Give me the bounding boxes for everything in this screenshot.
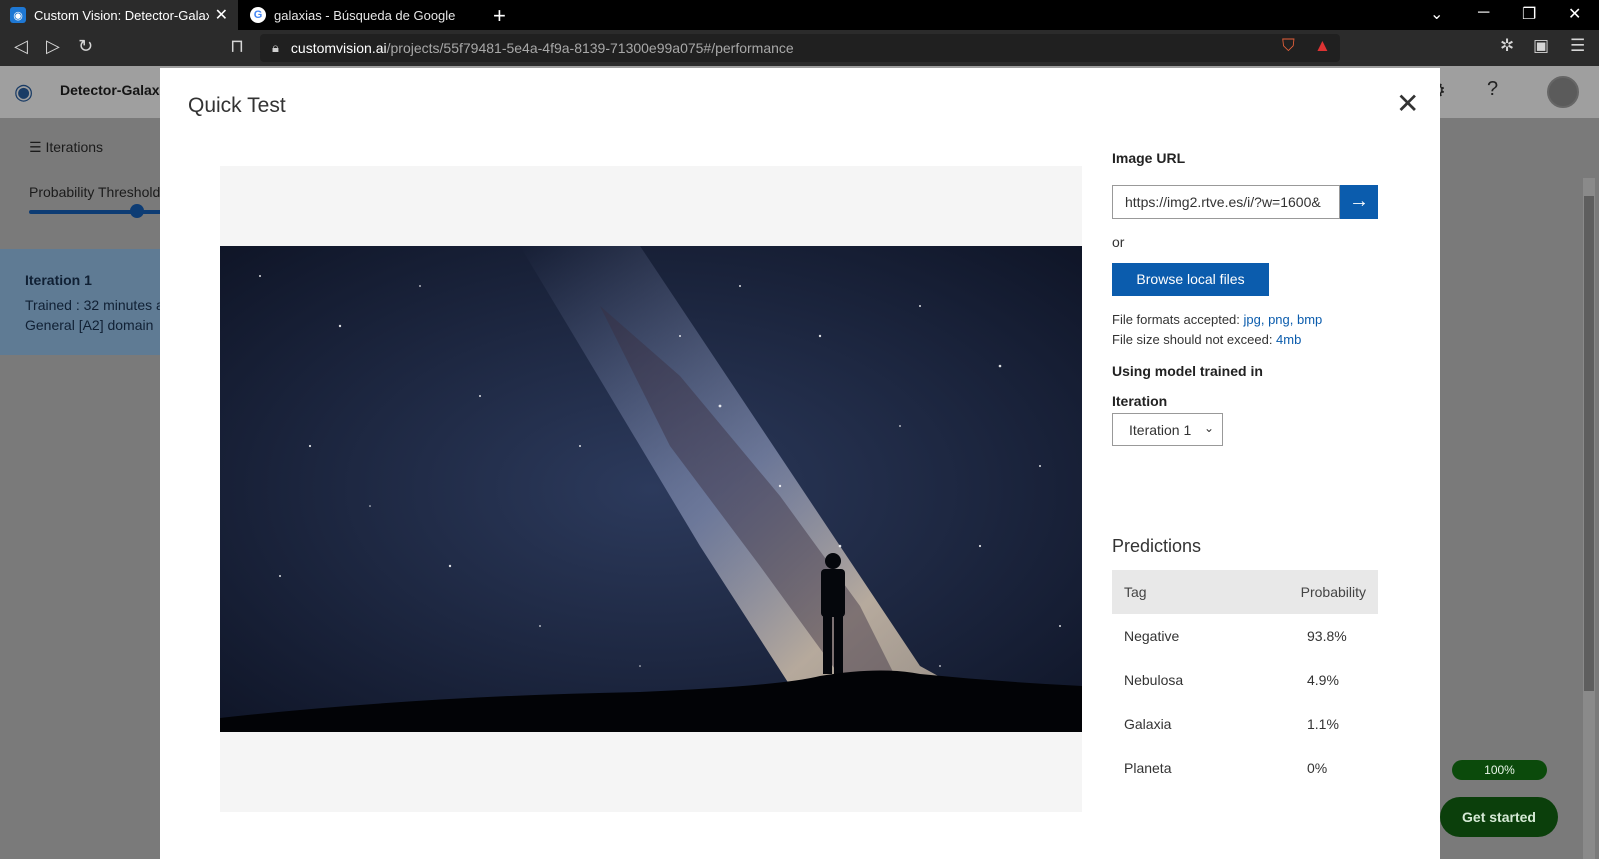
page-scrollbar-thumb[interactable] xyxy=(1584,196,1594,691)
wallet-icon[interactable]: ▣ xyxy=(1533,36,1549,56)
iteration-card[interactable]: Iteration 1 Trained : 32 minutes ago Gen… xyxy=(0,249,179,355)
iteration-select[interactable]: Iteration 1 ⌄ xyxy=(1112,413,1223,446)
get-started-button[interactable]: Get started xyxy=(1440,797,1558,837)
bookmark-icon[interactable]: ⊓ xyxy=(230,36,244,57)
probability-threshold-slider-handle[interactable] xyxy=(130,204,144,218)
close-window-icon[interactable]: ✕ xyxy=(1568,4,1581,24)
url-path: /projects/55f79481-5e4a-4f9a-8139-71300e… xyxy=(386,40,794,56)
file-size-value: 4mb xyxy=(1276,332,1302,347)
submit-url-button[interactable]: → xyxy=(1340,185,1378,219)
file-size-text: File size should not exceed: 4mb xyxy=(1112,332,1301,347)
layers-icon: ☰ xyxy=(29,139,42,155)
iteration-card-name: Iteration 1 xyxy=(25,272,92,288)
iteration-card-domain: General [A2] domain xyxy=(25,317,154,333)
file-size-prefix: File size should not exceed: xyxy=(1112,332,1277,347)
sidebar-iterations[interactable]: ☰ Iterations xyxy=(29,139,103,156)
url-domain: customvision.ai xyxy=(290,40,387,56)
using-model-label: Using model trained in xyxy=(1112,363,1263,379)
iterations-label: Iterations xyxy=(45,139,104,155)
quick-test-modal: Quick Test ✕ Image URL https://img2.rtve… xyxy=(160,68,1440,859)
restore-icon[interactable]: ❐ xyxy=(1522,4,1536,24)
image-url-label: Image URL xyxy=(1112,150,1186,166)
table-row: Nebulosa 4.9% xyxy=(1112,658,1378,702)
prediction-probability: 1.1% xyxy=(1307,716,1339,732)
address-bar-row: ◁ ▷ ↻ ⊓ 🔒︎ customvision.ai/projects/55f7… xyxy=(0,30,1599,66)
eye-logo-icon[interactable]: ◉ xyxy=(14,79,33,105)
google-icon: G xyxy=(250,7,266,23)
custom-vision-icon: ◉ xyxy=(10,7,26,23)
modal-title: Quick Test xyxy=(188,94,286,117)
iteration-card-trained: Trained : 32 minutes ago xyxy=(25,297,180,313)
onboarding-progress-badge: 100% xyxy=(1452,760,1547,780)
tab-custom-vision[interactable]: ◉ Custom Vision: Detector-Galaxias ✕ xyxy=(0,0,238,30)
or-label: or xyxy=(1112,234,1125,250)
new-tab-icon[interactable]: + xyxy=(493,3,506,29)
prediction-probability: 4.9% xyxy=(1307,672,1339,688)
extensions-icon[interactable]: ✲ xyxy=(1500,36,1514,56)
tab-title: galaxias - Búsqueda de Google xyxy=(274,7,456,23)
lock-icon: 🔒︎ xyxy=(272,40,279,55)
menu-icon[interactable]: ☰ xyxy=(1570,36,1585,56)
reload-icon[interactable]: ↻ xyxy=(78,36,93,57)
predictions-header: Tag Probability xyxy=(1112,570,1378,614)
iteration-label: Iteration xyxy=(1112,393,1168,409)
brave-rewards-icon[interactable]: ▲ xyxy=(1314,36,1331,56)
help-icon[interactable]: ? xyxy=(1487,78,1498,101)
table-row: Planeta 0% xyxy=(1112,746,1378,790)
chevron-down-icon: ⌄ xyxy=(1203,421,1214,435)
arrow-right-icon: → xyxy=(1349,190,1369,212)
predictions-title: Predictions xyxy=(1112,536,1202,556)
tab-title: Custom Vision: Detector-Galaxias xyxy=(34,7,209,23)
milky-way-photo xyxy=(220,246,1082,732)
browse-local-files-button[interactable]: Browse local files xyxy=(1112,263,1269,296)
back-icon[interactable]: ◁ xyxy=(14,36,28,57)
tab-google-search[interactable]: G galaxias - Búsqueda de Google xyxy=(240,0,478,30)
prediction-probability: 0% xyxy=(1307,760,1328,776)
column-probability: Probability xyxy=(1300,584,1366,600)
tab-search-chevron-icon[interactable]: ⌄ xyxy=(1430,4,1443,24)
iteration-select-value: Iteration 1 xyxy=(1129,421,1192,438)
table-row: Negative 93.8% xyxy=(1112,614,1378,658)
file-formats-prefix: File formats accepted: xyxy=(1112,312,1244,327)
predictions-table: Tag Probability Negative 93.8% Nebulosa … xyxy=(1112,570,1378,790)
file-formats-text: File formats accepted: jpg, png, bmp xyxy=(1112,312,1322,327)
probability-threshold-slider-track[interactable] xyxy=(29,210,169,214)
table-row: Galaxia 1.1% xyxy=(1112,702,1378,746)
close-tab-icon[interactable]: ✕ xyxy=(215,5,228,25)
browser-tab-bar: ◉ Custom Vision: Detector-Galaxias ✕ G g… xyxy=(0,0,1599,30)
image-url-input[interactable] xyxy=(1112,185,1340,219)
prediction-tag: Galaxia xyxy=(1124,716,1172,732)
column-tag: Tag xyxy=(1124,584,1147,600)
prediction-tag: Nebulosa xyxy=(1124,672,1184,688)
prediction-probability: 93.8% xyxy=(1307,628,1347,644)
minimize-icon[interactable]: ─ xyxy=(1478,4,1489,22)
file-formats-value: jpg, png, bmp xyxy=(1243,312,1323,327)
forward-icon[interactable]: ▷ xyxy=(46,36,60,57)
avatar[interactable] xyxy=(1547,76,1579,108)
prediction-tag: Planeta xyxy=(1124,760,1172,776)
close-icon[interactable]: ✕ xyxy=(1396,90,1419,118)
prediction-tag: Negative xyxy=(1124,628,1180,644)
probability-threshold-label: Probability Threshold xyxy=(29,184,161,200)
image-preview xyxy=(220,166,1082,812)
brave-shield-icon[interactable]: ⛉ xyxy=(1282,36,1295,56)
url-field[interactable]: 🔒︎ customvision.ai/projects/55f79481-5e4… xyxy=(260,34,1340,62)
